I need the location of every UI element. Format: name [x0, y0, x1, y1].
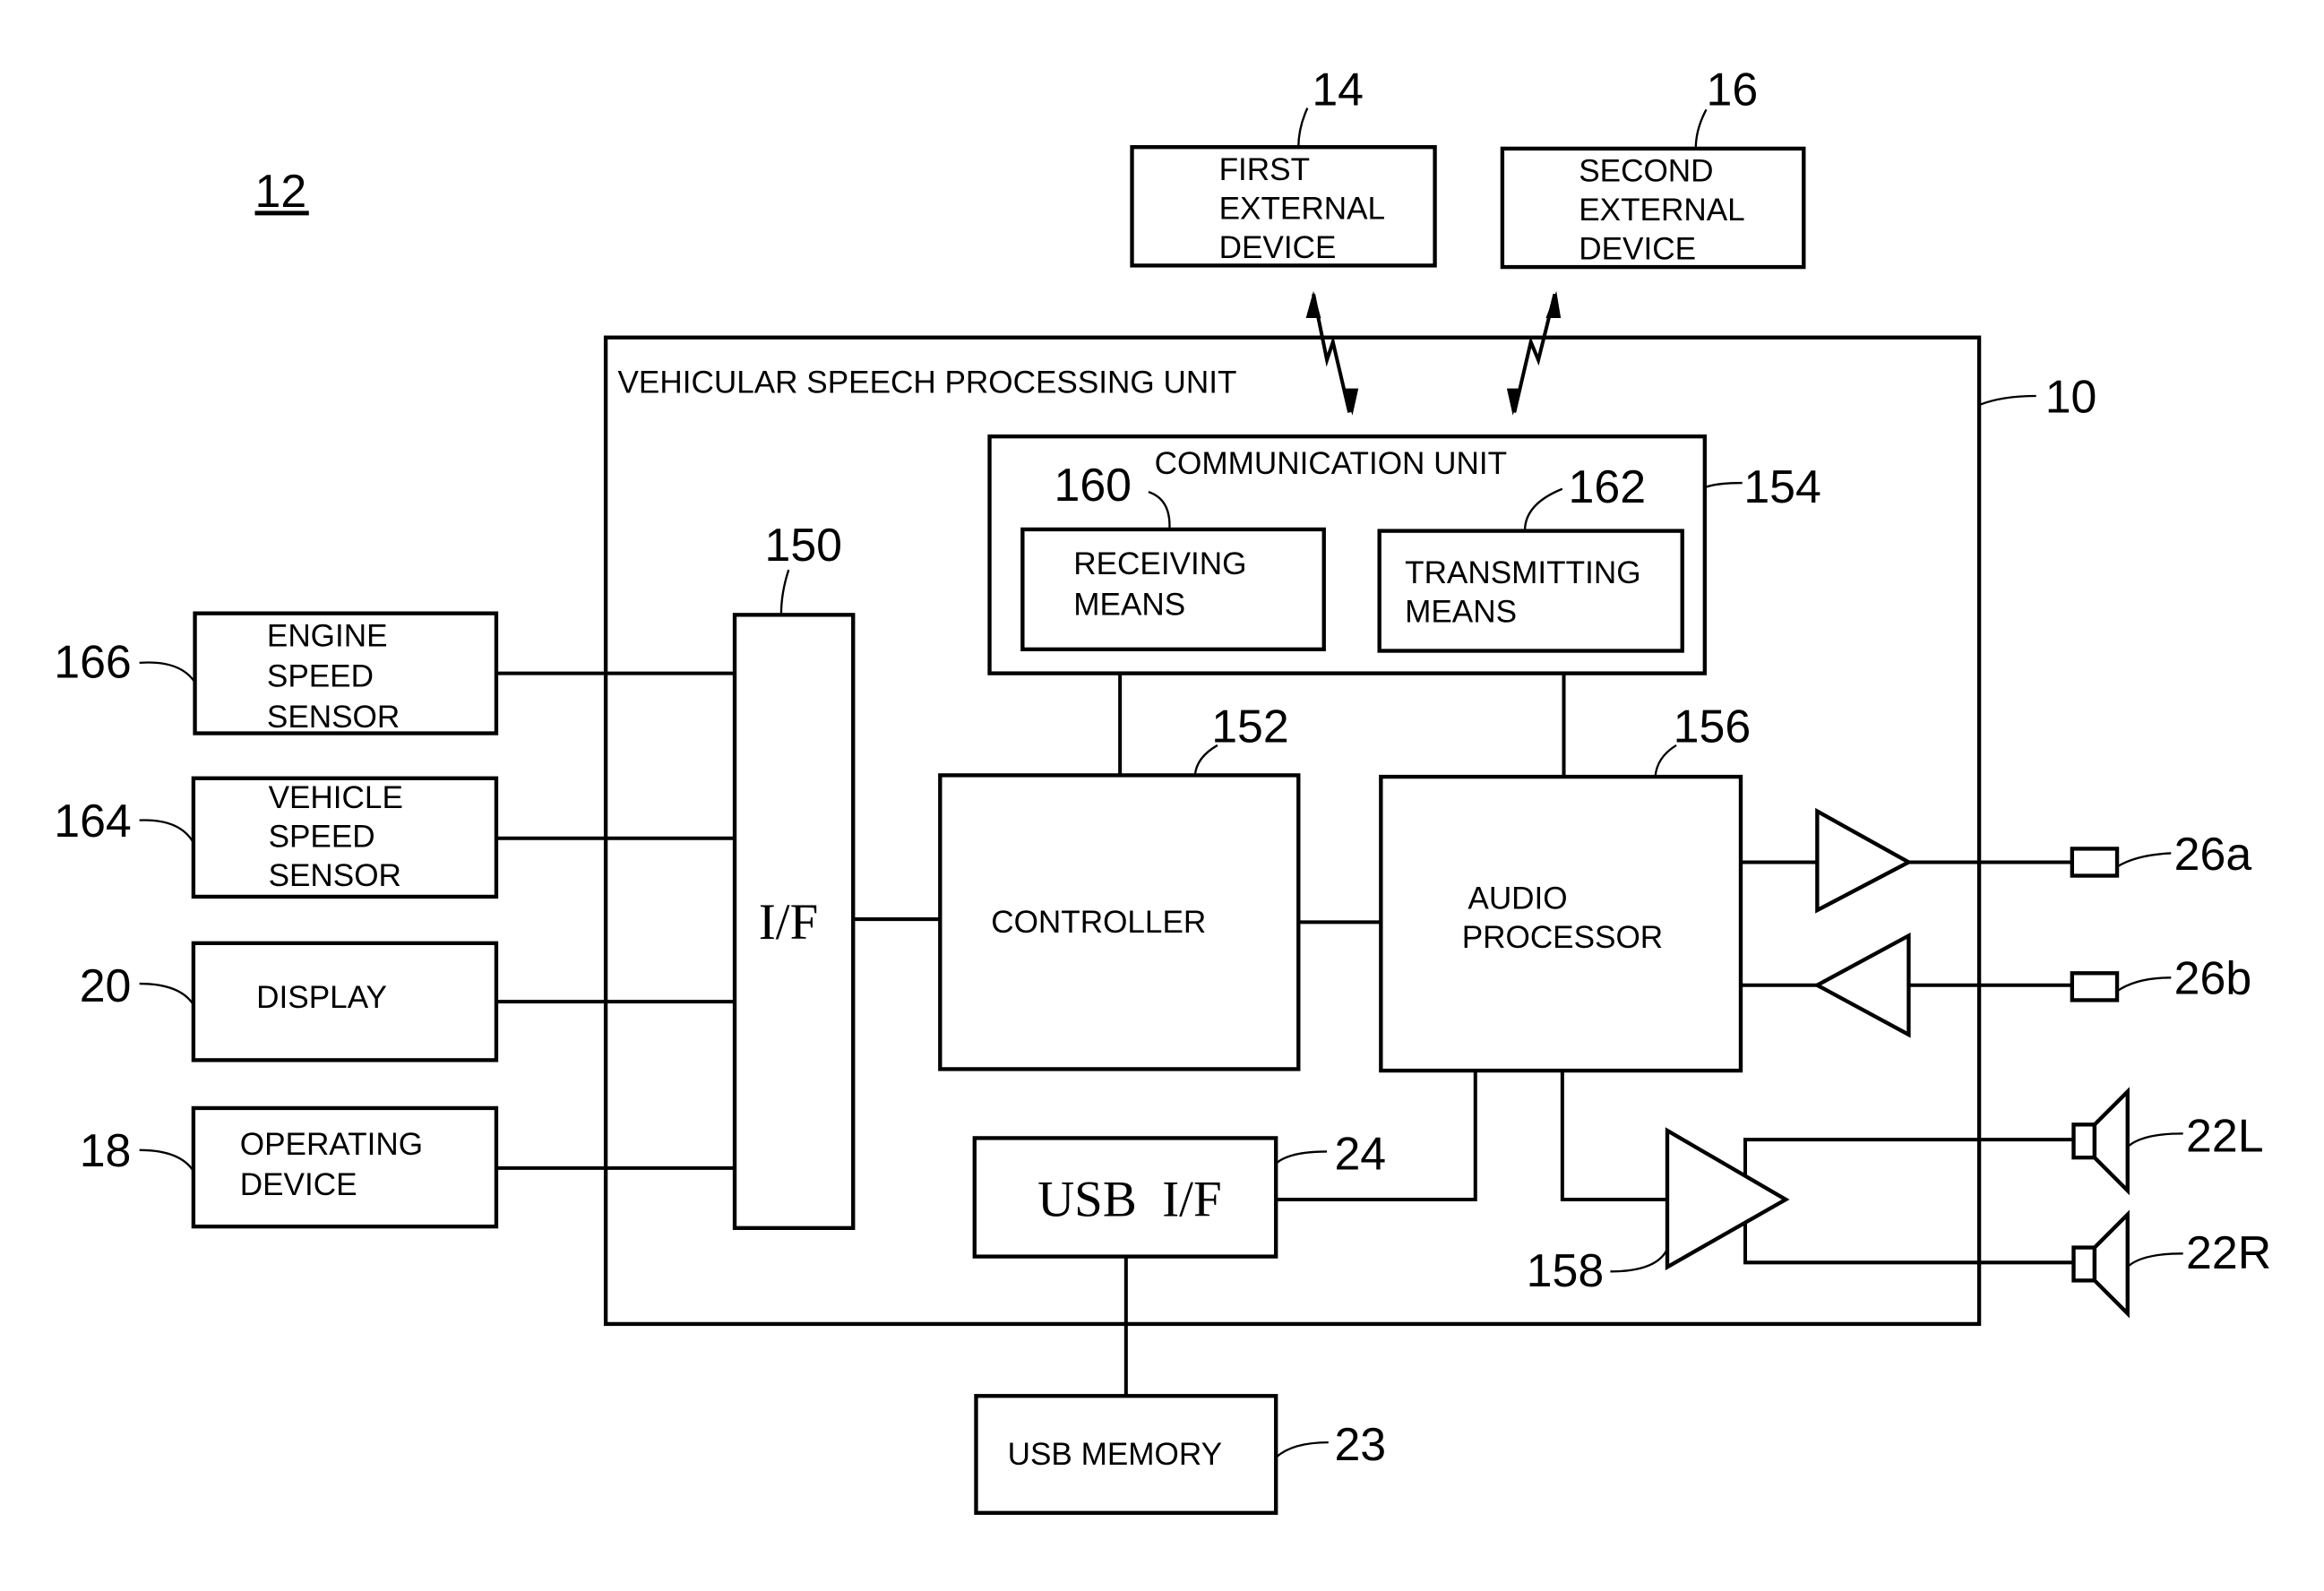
terminal-26b: 26b — [2070, 952, 2252, 1004]
svg-text:SENSOR: SENSOR — [267, 700, 400, 735]
ref-audio-processor: 156 — [1674, 701, 1752, 752]
wireless-link-second-icon — [1506, 290, 1562, 416]
communication-unit: COMMUNICATION UNIT 154 RECEIVING MEANS 1… — [987, 434, 1821, 675]
svg-text:SECOND: SECOND — [1579, 154, 1713, 189]
audio-processor-block: AUDIO PROCESSOR 156 — [1379, 701, 1752, 1073]
svg-text:VEHICLE: VEHICLE — [269, 780, 403, 815]
operating-device: OPERATING DEVICE 18 — [80, 1105, 499, 1229]
svg-text:EXTERNAL: EXTERNAL — [1219, 192, 1385, 227]
vehicle-speed-sensor: VEHICLE SPEED SENSOR 164 — [54, 776, 499, 899]
ref-power-amplifier: 158 — [1527, 1244, 1605, 1296]
usb-interface-block: USB I/F 24 — [972, 1128, 1386, 1259]
power-amplifier-icon: 158 — [1527, 1127, 2074, 1296]
svg-text:SPEED: SPEED — [267, 659, 374, 694]
input-amplifier-icon — [1740, 932, 2072, 1038]
svg-text:CONTROLLER: CONTROLLER — [991, 905, 1206, 940]
sensor-wires — [495, 671, 736, 1170]
ref-interface: 150 — [765, 519, 843, 571]
ref-transmitting-means: 162 — [1569, 460, 1647, 512]
speaker-left-icon: 22L — [2071, 1087, 2264, 1196]
svg-text:PROCESSOR: PROCESSOR — [1462, 920, 1663, 955]
output-amplifier-icon — [1740, 807, 2072, 914]
ref-usb-interface: 24 — [1334, 1128, 1386, 1180]
svg-text:TRANSMITTING: TRANSMITTING — [1405, 555, 1640, 590]
main-unit-title: VEHICULAR SPEECH PROCESSING UNIT — [618, 366, 1237, 400]
ref-first-external: 14 — [1312, 63, 1364, 115]
svg-text:DISPLAY: DISPLAY — [256, 980, 387, 1015]
ref-communication-unit: 154 — [1743, 460, 1821, 512]
wireless-link-first-icon — [1305, 290, 1359, 416]
svg-text:SPEED: SPEED — [269, 820, 375, 855]
ref-vehicle-speed-sensor: 164 — [54, 795, 132, 847]
first-external-device: FIRST EXTERNAL DEVICE 14 — [1130, 63, 1437, 268]
svg-text:DEVICE: DEVICE — [1219, 230, 1337, 265]
ref-receiving-means: 160 — [1054, 459, 1132, 511]
ref-speaker-right: 22R — [2186, 1226, 2271, 1278]
svg-text:FIRST: FIRST — [1219, 152, 1310, 187]
usb-memory-block: USB MEMORY 23 — [974, 1394, 1386, 1515]
svg-text:ENGINE: ENGINE — [267, 618, 388, 653]
ref-second-external: 16 — [1706, 63, 1758, 115]
ref-main-unit: 10 — [2045, 370, 2097, 422]
svg-text:I/F: I/F — [759, 894, 818, 950]
block-diagram: 12 FIRST EXTERNAL DEVICE 14 SECOND EXTER… — [54, 63, 2271, 1515]
ref-terminal-26a: 26a — [2174, 828, 2252, 880]
ref-usb-memory: 23 — [1334, 1418, 1386, 1470]
svg-text:DEVICE: DEVICE — [240, 1167, 357, 1202]
second-external-device: SECOND EXTERNAL DEVICE 16 — [1500, 63, 1806, 270]
svg-text:AUDIO: AUDIO — [1468, 881, 1567, 916]
display-device: DISPLAY 20 — [80, 941, 499, 1062]
terminal-26a: 26a — [2070, 828, 2252, 880]
svg-text:EXTERNAL: EXTERNAL — [1579, 193, 1744, 228]
svg-text:MEANS: MEANS — [1073, 587, 1185, 622]
ref-engine-speed-sensor: 166 — [54, 636, 132, 688]
ref-display: 20 — [80, 959, 132, 1011]
ref-terminal-26b: 26b — [2174, 952, 2252, 1004]
svg-text:USB I/F: USB I/F — [1037, 1171, 1222, 1227]
svg-text:SENSOR: SENSOR — [269, 858, 401, 893]
speaker-right-icon: 22R — [2071, 1209, 2271, 1319]
svg-text:DEVICE: DEVICE — [1579, 232, 1696, 267]
svg-text:MEANS: MEANS — [1405, 595, 1517, 630]
svg-text:RECEIVING: RECEIVING — [1073, 546, 1246, 581]
svg-text:USB MEMORY: USB MEMORY — [1008, 1437, 1222, 1472]
ref-operating-device: 18 — [80, 1124, 132, 1176]
ref-controller: 152 — [1211, 701, 1289, 752]
communication-unit-title: COMMUNICATION UNIT — [1155, 446, 1508, 481]
engine-speed-sensor: ENGINE SPEED SENSOR 166 — [54, 611, 499, 735]
figure-ref: 12 — [255, 165, 307, 217]
interface-block: I/F 150 — [732, 519, 856, 1230]
svg-text:OPERATING: OPERATING — [240, 1127, 423, 1162]
ref-speaker-left: 22L — [2186, 1109, 2264, 1161]
